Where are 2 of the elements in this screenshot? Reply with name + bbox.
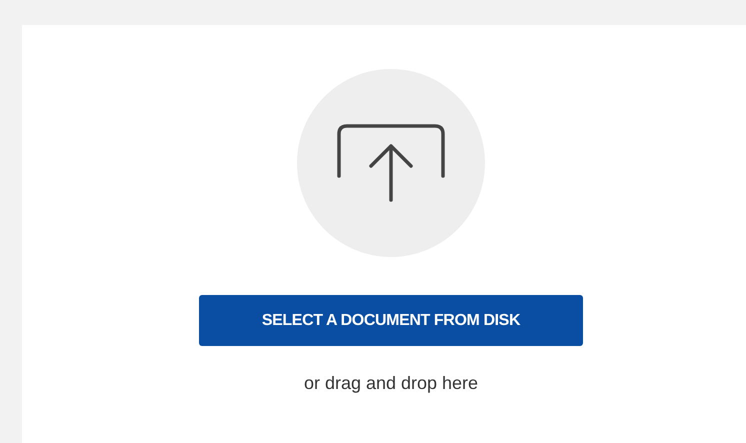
drag-drop-hint: or drag and drop here [304,372,478,395]
select-document-button[interactable]: SELECT A DOCUMENT FROM DISK [199,295,583,346]
